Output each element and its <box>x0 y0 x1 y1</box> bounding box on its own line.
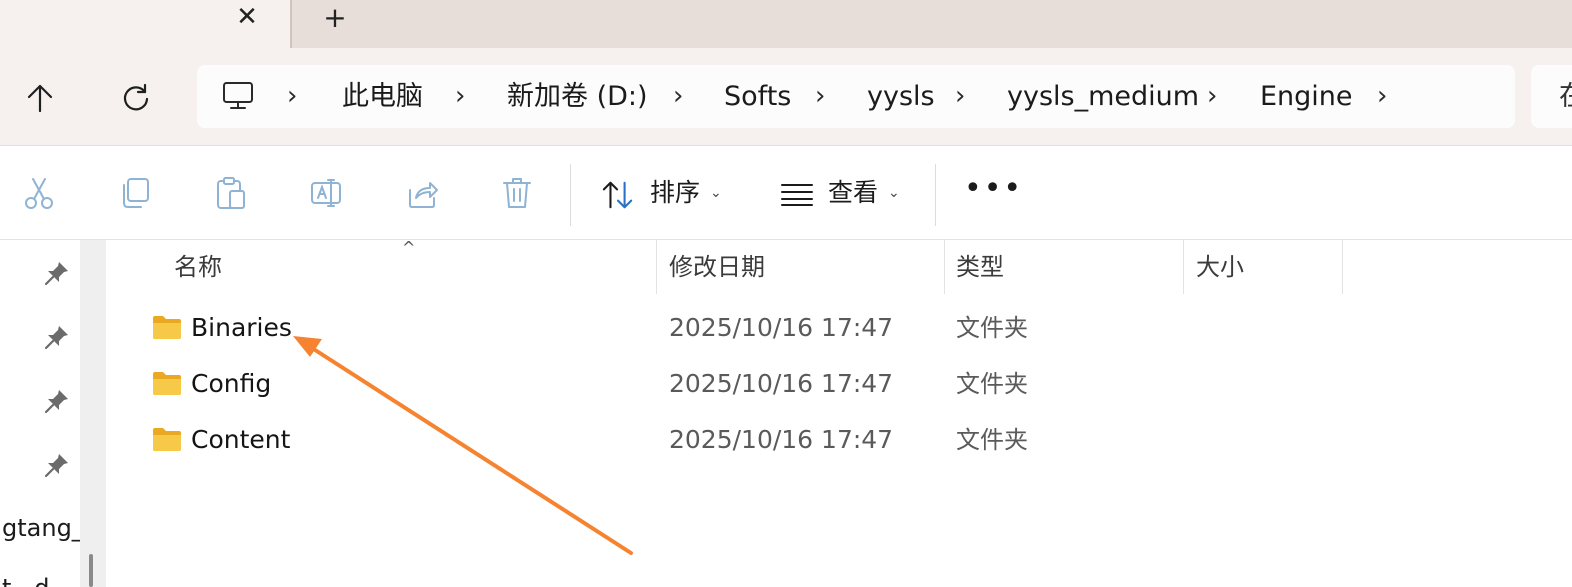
navigation-pane-list: gtang_ t...d <box>0 240 84 587</box>
navigation-item-label[interactable]: t...d <box>2 574 50 587</box>
folder-icon <box>153 316 181 339</box>
file-type: 文件夹 <box>956 314 1028 342</box>
share-icon[interactable] <box>406 176 438 210</box>
file-name[interactable]: Content <box>191 412 290 468</box>
pin-icon[interactable] <box>44 260 70 286</box>
view-button[interactable]: 查看 <box>828 146 878 240</box>
chevron-right-icon[interactable]: › <box>955 65 965 128</box>
breadcrumb-drive-d[interactable]: 新加卷 (D:) <box>507 65 648 128</box>
column-divider[interactable] <box>944 240 945 294</box>
more-options-button[interactable]: ••• <box>964 174 1021 208</box>
chevron-right-icon[interactable]: › <box>455 65 465 128</box>
file-modified-date: 2025/10/16 17:47 <box>669 313 894 342</box>
cut-icon[interactable] <box>23 176 55 210</box>
paste-icon[interactable] <box>215 176 247 210</box>
file-type: 文件夹 <box>956 370 1028 398</box>
sort-icon[interactable] <box>602 178 634 212</box>
file-modified-date: 2025/10/16 17:47 <box>669 369 894 398</box>
file-row-config[interactable]: Config 2025/10/16 17:47 文件夹 <box>136 356 1556 412</box>
tab-close-icon[interactable]: ✕ <box>232 2 262 32</box>
delete-icon[interactable] <box>501 176 533 210</box>
column-header-size[interactable]: 大小 <box>1196 240 1244 294</box>
toolbar-divider <box>935 164 936 226</box>
up-button[interactable] <box>20 78 60 118</box>
chevron-right-icon[interactable]: › <box>673 65 683 128</box>
rename-icon[interactable] <box>310 176 342 210</box>
breadcrumb-engine[interactable]: Engine <box>1260 65 1353 128</box>
column-divider[interactable] <box>1342 240 1343 294</box>
pin-icon[interactable] <box>44 388 70 414</box>
column-header-type[interactable]: 类型 <box>956 240 1004 294</box>
computer-icon <box>223 82 253 109</box>
view-icon[interactable] <box>780 182 814 206</box>
chevron-down-icon[interactable]: ⌄ <box>888 146 900 240</box>
arrow-up-icon <box>27 84 53 113</box>
command-bar: 排序 ⌄ 查看 ⌄ ••• <box>0 146 1572 240</box>
breadcrumb-yysls-medium[interactable]: yysls_medium <box>1007 65 1199 128</box>
copy-icon[interactable] <box>119 176 151 210</box>
chevron-right-icon[interactable]: › <box>1207 65 1217 128</box>
column-divider[interactable] <box>1183 240 1184 294</box>
navigation-bar: › 此电脑 › 新加卷 (D:) › Softs › yysls › yysls… <box>0 48 1572 146</box>
tab-strip: ✕ + <box>0 0 1572 48</box>
column-header-modified[interactable]: 修改日期 <box>669 240 765 294</box>
chevron-down-icon[interactable]: ⌄ <box>710 146 722 240</box>
column-divider[interactable] <box>656 240 657 294</box>
chevron-right-icon[interactable]: › <box>1377 65 1387 128</box>
address-bar[interactable]: › 此电脑 › 新加卷 (D:) › Softs › yysls › yysls… <box>197 65 1515 128</box>
refresh-icon <box>123 83 149 111</box>
scrollbar-thumb[interactable] <box>89 554 93 587</box>
chevron-right-icon[interactable]: › <box>815 65 825 128</box>
breadcrumb-yysls[interactable]: yysls <box>867 65 935 128</box>
file-name[interactable]: Config <box>191 356 271 412</box>
navigation-scrollbar[interactable] <box>80 240 106 587</box>
file-name[interactable]: Binaries <box>191 300 292 356</box>
pin-icon[interactable] <box>44 452 70 478</box>
pin-icon[interactable] <box>44 324 70 350</box>
folder-icon <box>153 428 181 451</box>
file-modified-date: 2025/10/16 17:47 <box>669 425 894 454</box>
file-row-content[interactable]: Content 2025/10/16 17:47 文件夹 <box>136 412 1556 468</box>
breadcrumb-softs[interactable]: Softs <box>724 65 791 128</box>
search-placeholder: 在 <box>1559 65 1572 128</box>
breadcrumb-this-pc[interactable]: 此电脑 <box>342 65 423 128</box>
chevron-right-icon[interactable]: › <box>287 65 297 128</box>
refresh-button[interactable] <box>116 78 156 118</box>
folder-icon <box>153 372 181 395</box>
search-box[interactable]: 在 <box>1531 65 1572 128</box>
tab-divider <box>290 0 292 48</box>
navigation-item-label[interactable]: gtang_ <box>2 514 84 542</box>
sort-button[interactable]: 排序 <box>650 146 700 240</box>
file-row-binaries[interactable]: Binaries 2025/10/16 17:47 文件夹 <box>136 300 1556 356</box>
file-type: 文件夹 <box>956 426 1028 454</box>
sort-indicator-icon: ^ <box>402 238 416 257</box>
file-list: ^ 名称 修改日期 类型 大小 Binaries 2025/10/16 17:4… <box>106 238 1572 587</box>
new-tab-button[interactable]: + <box>318 2 352 34</box>
toolbar-divider <box>570 164 571 226</box>
column-header-name[interactable]: 名称 <box>174 240 222 294</box>
